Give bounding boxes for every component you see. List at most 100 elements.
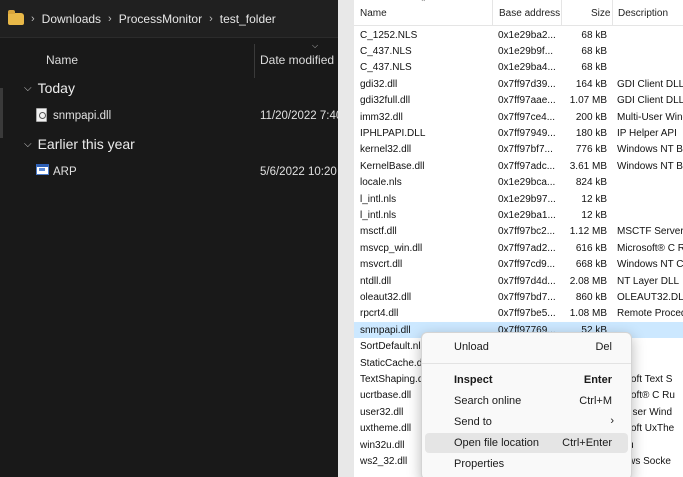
table-row[interactable]: C_437.NLS 0x1e29b9f... 68 kB	[354, 43, 683, 59]
module-description: GDI Client DLL	[617, 95, 683, 107]
table-row[interactable]: msctf.dll 0x7ff97bc2... 1.12 MB MSCTF Serve…	[354, 223, 683, 239]
module-name: win32u.dll	[360, 439, 405, 451]
module-size: 68 kB	[581, 62, 607, 74]
module-name: snmpapi.dll	[360, 324, 411, 336]
menu-item-properties[interactable]: Properties	[425, 454, 628, 474]
table-row[interactable]: IPHLPAPI.DLL 0x7ff97949... 180 kB IP Helper…	[354, 125, 683, 141]
base-address: 0x1e29ba4...	[498, 62, 556, 74]
base-address: 0x1e29ba2...	[498, 29, 556, 41]
table-row[interactable]: msvcrt.dll 0x7ff97cd9... 668 kB Windows NT …	[354, 256, 683, 272]
table-row[interactable]: l_intl.nls 0x1e29b97... 12 kB	[354, 191, 683, 207]
file-row-arp[interactable]: ARP 5/6/2022 10:20 PM	[36, 162, 338, 182]
file-date: 5/6/2022 10:20 PM	[260, 166, 338, 178]
table-row[interactable]: rpcrt4.dll 0x7ff97be5... 1.08 MB Remote Pro…	[354, 305, 683, 321]
module-name: ws2_32.dll	[360, 455, 408, 467]
table-row[interactable]: kernel32.dll 0x7ff97bf7... 776 kB Windows N…	[354, 141, 683, 157]
sort-caret-icon: ⌵	[312, 41, 319, 50]
base-address: 0x7ff97bc2...	[498, 226, 556, 238]
table-row[interactable]: C_1252.NLS 0x1e29ba2... 68 kB	[354, 27, 683, 43]
menu-separator	[422, 363, 631, 364]
base-address: 0x7ff97d4d...	[498, 275, 556, 287]
column-divider[interactable]	[561, 0, 562, 26]
chevron-right-icon: ›	[31, 12, 35, 25]
module-description: Windows NT BA	[617, 160, 683, 172]
menu-item-search-online[interactable]: Search online Ctrl+M	[425, 391, 628, 411]
module-size: 1.07 MB	[569, 95, 607, 107]
module-name: uxtheme.dll	[360, 423, 412, 435]
group-header-today[interactable]: ⌵ Today	[24, 80, 75, 96]
menu-item-unload[interactable]: Unload Del	[425, 337, 628, 357]
table-row[interactable]: l_intl.nls 0x1e29ba1... 12 kB	[354, 207, 683, 223]
breadcrumb-test-folder[interactable]: test_folder	[220, 12, 276, 26]
table-row[interactable]: gdi32full.dll 0x7ff97aae... 1.07 MB GDI Cli…	[354, 92, 683, 108]
file-date: 11/20/2022 7:40 PM	[260, 110, 338, 122]
module-name: gdi32full.dll	[360, 95, 411, 107]
table-row[interactable]: locale.nls 0x1e29bca... 824 kB	[354, 174, 683, 190]
menu-item-label: Inspect	[454, 374, 493, 386]
menu-item-inspect[interactable]: Inspect Enter	[425, 370, 628, 390]
group-header-earlier-this-year[interactable]: ⌵ Earlier this year	[24, 136, 135, 152]
table-row[interactable]: KernelBase.dll 0x7ff97adc... 3.61 MB Window…	[354, 158, 683, 174]
base-address: 0x7ff97adc...	[498, 160, 556, 172]
module-name: ntdll.dll	[360, 275, 392, 287]
table-row[interactable]: gdi32.dll 0x7ff97d39... 164 kB GDI Client D…	[354, 76, 683, 92]
base-address: 0x7ff97be5...	[498, 308, 556, 320]
chevron-right-icon: ›	[209, 12, 213, 25]
context-menu: Unload Del Inspect Enter Search online Ctrl+M…	[421, 332, 632, 477]
base-address: 0x7ff97ad2...	[498, 242, 556, 254]
base-address: 0x1e29b97...	[498, 193, 556, 205]
module-size: 616 kB	[575, 242, 607, 254]
group-label: Today	[37, 80, 75, 96]
breadcrumb-processmonitor[interactable]: ProcessMonitor	[119, 12, 202, 26]
column-divider[interactable]	[612, 0, 613, 26]
column-date-modified[interactable]: Date modified	[260, 53, 334, 67]
base-address: 0x7ff97bd7...	[498, 291, 556, 303]
menu-item-shortcut: Del	[595, 341, 612, 353]
module-name: TextShaping.dll	[360, 373, 428, 385]
column-size[interactable]: Size	[591, 8, 610, 19]
column-name[interactable]: Name	[360, 8, 387, 19]
table-row[interactable]: C_437.NLS 0x1e29ba4... 68 kB	[354, 59, 683, 75]
module-size: 1.08 MB	[569, 308, 607, 320]
module-name: C_437.NLS	[360, 62, 412, 74]
module-name: kernel32.dll	[360, 144, 412, 156]
table-row[interactable]: imm32.dll 0x7ff97ce4... 200 kB Multi-User W…	[354, 109, 683, 125]
menu-item-send-to[interactable]: Send to ›	[425, 412, 628, 432]
chevron-right-icon: ›	[108, 12, 112, 25]
base-address: 0x7ff97d39...	[498, 78, 556, 90]
column-name[interactable]: Name	[46, 53, 78, 67]
dll-file-icon	[36, 108, 47, 122]
application-icon	[36, 164, 49, 175]
table-row[interactable]: msvcp_win.dll 0x7ff97ad2... 616 kB Microsof…	[354, 240, 683, 256]
module-name: msctf.dll	[360, 226, 397, 238]
module-name: ucrtbase.dll	[360, 390, 412, 402]
module-name: l_intl.nls	[360, 209, 397, 221]
module-size: 180 kB	[575, 127, 607, 139]
module-name: C_437.NLS	[360, 45, 412, 57]
table-row[interactable]: oleaut32.dll 0x7ff97bd7... 860 kB OLEAUT32.…	[354, 289, 683, 305]
chevron-right-icon: ›	[610, 415, 614, 427]
breadcrumb-downloads[interactable]: Downloads	[42, 12, 101, 26]
base-address: 0x7ff97949...	[498, 127, 556, 139]
sort-caret-icon: ⌃	[420, 0, 427, 7]
base-address: 0x1e29b9f...	[498, 45, 554, 57]
file-name: snmpapi.dll	[53, 110, 112, 122]
file-explorer-window: › Downloads › ProcessMonitor › test_fold…	[0, 0, 338, 477]
folder-icon	[8, 9, 24, 25]
menu-item-shortcut: Ctrl+M	[579, 395, 612, 407]
menu-item-label: Search online	[454, 395, 522, 407]
file-row-snmpapi[interactable]: snmpapi.dll 11/20/2022 7:40 PM	[36, 106, 338, 126]
chevron-down-icon: ⌵	[24, 82, 32, 94]
module-size: 860 kB	[575, 291, 607, 303]
menu-item-open-file-location[interactable]: Open file location Ctrl+Enter	[425, 433, 628, 453]
column-base-address[interactable]: Base address	[499, 8, 560, 19]
module-name: oleaut32.dll	[360, 291, 412, 303]
address-bar[interactable]: › Downloads › ProcessMonitor › test_fold…	[0, 0, 338, 38]
column-divider[interactable]	[492, 0, 493, 26]
module-description: NT Layer DLL	[617, 275, 680, 287]
table-row[interactable]: ntdll.dll 0x7ff97d4d... 2.08 MB NT Layer DL…	[354, 273, 683, 289]
base-address: 0x7ff97aae...	[498, 95, 556, 107]
base-address: 0x7ff97cd9...	[498, 259, 556, 271]
column-divider[interactable]	[254, 44, 255, 78]
column-description[interactable]: Description	[618, 8, 668, 19]
